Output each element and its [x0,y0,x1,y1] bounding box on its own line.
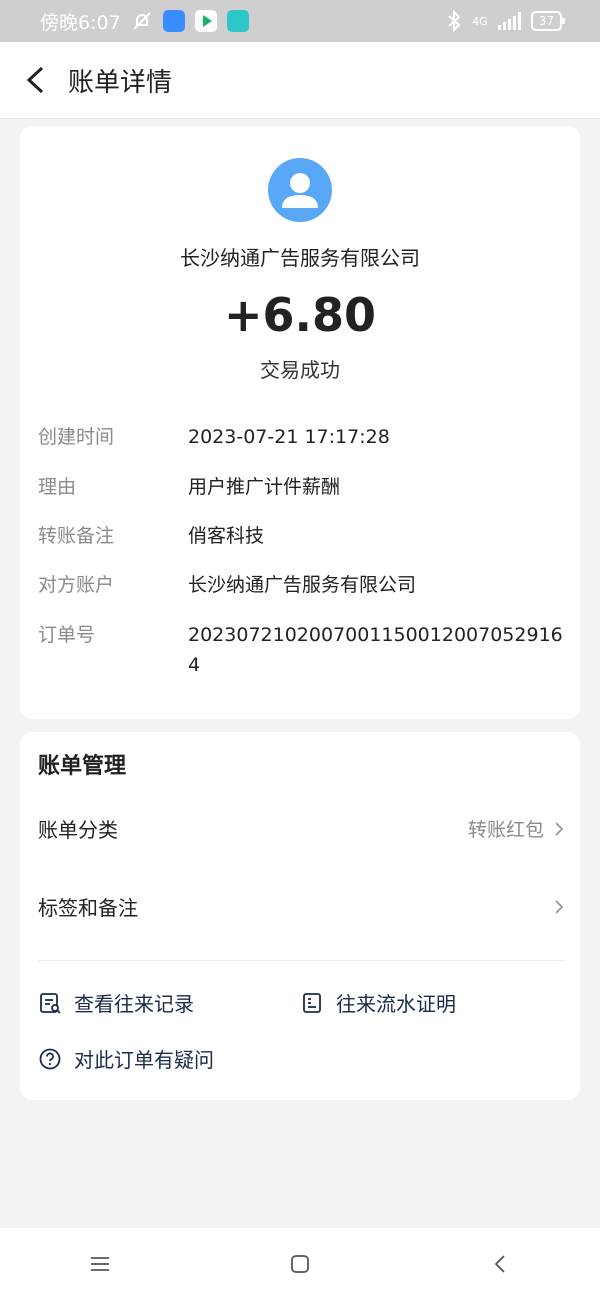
detail-label: 订单号 [38,624,96,646]
tags-notes-row[interactable]: 标签和备注 [38,892,564,921]
detail-value: 用户推广计件薪酬 [188,476,341,498]
back-button[interactable] [460,1234,540,1294]
transaction-amount: +6.80 [223,288,377,342]
menu-icon [91,1257,109,1271]
home-button[interactable] [260,1234,340,1294]
chevron-right-icon [555,899,564,914]
alipay-icon [162,10,185,32]
detail-value: 俏客科技 [188,525,265,547]
page-title: 账单详情 [68,67,173,98]
detail-row-create-time: 创建时间 2023-07-21 17:17:28 [38,422,568,452]
bill-category-label: 账单分类 [38,818,118,842]
bill-category-value: 转账红包 [467,819,544,841]
app-icon [226,10,249,32]
app-header: 账单详情 [0,42,600,119]
detail-label: 转账备注 [38,525,115,547]
avatar [268,158,332,222]
status-bar: 傍晚6:07 4G 37 [0,0,600,42]
detail-row-account: 对方账户 长沙纳通广告服务有限公司 [38,570,568,600]
battery-icon: 37 [530,11,566,31]
detail-label: 创建时间 [38,426,115,448]
detail-value: 长沙纳通广告服务有限公司 [188,574,417,596]
back-icon [494,1255,505,1273]
network-type: 4G [472,14,488,28]
detail-row-remark: 转账备注 俏客科技 [38,521,568,551]
play-icon [194,10,217,32]
counterparty-name: 长沙纳通广告服务有限公司 [180,246,420,270]
statement-proof-label: 往来流水证明 [336,992,456,1016]
order-question-label: 对此订单有疑问 [74,1048,214,1072]
view-history-label: 查看往来记录 [74,992,194,1016]
question-icon [39,1048,61,1069]
system-nav-bar [0,1228,600,1300]
detail-value: 2023-07-21 17:17:28 [188,426,390,448]
detail-label: 理由 [38,476,77,498]
statement-proof-link[interactable]: 往来流水证明 [300,988,456,1017]
bill-category-row[interactable]: 账单分类 转账红包 [38,814,564,843]
transaction-card: 长沙纳通广告服务有限公司 +6.80 交易成功 创建时间 2023-07-21 … [20,126,580,719]
bill-management-card: 账单管理 账单分类 转账红包 标签和备注 查看往来记录 往来流水证明 对此订单有… [20,732,580,1100]
view-history-link[interactable]: 查看往来记录 [38,988,194,1017]
bluetooth-icon [448,10,461,32]
transaction-status: 交易成功 [260,358,340,382]
status-time: 傍晚6:07 [40,11,121,34]
chevron-right-icon [555,821,564,836]
section-title: 账单管理 [38,754,127,779]
document-icon [303,992,321,1013]
detail-label: 对方账户 [38,574,115,596]
tags-notes-label: 标签和备注 [38,896,138,920]
user-icon [282,173,318,208]
signal-icon [497,12,521,30]
menu-button[interactable] [60,1234,140,1294]
record-icon [40,992,61,1014]
order-question-link[interactable]: 对此订单有疑问 [38,1044,214,1073]
detail-row-order-number: 订单号 20230721020070011500120070529164 [38,620,568,680]
back-arrow-icon[interactable] [24,66,46,94]
divider [38,960,564,961]
detail-row-reason: 理由 用户推广计件薪酬 [38,472,568,502]
home-icon [291,1255,309,1273]
detail-value[interactable]: 20230721020070011500120070529164 [188,620,563,680]
mute-icon [132,12,151,30]
